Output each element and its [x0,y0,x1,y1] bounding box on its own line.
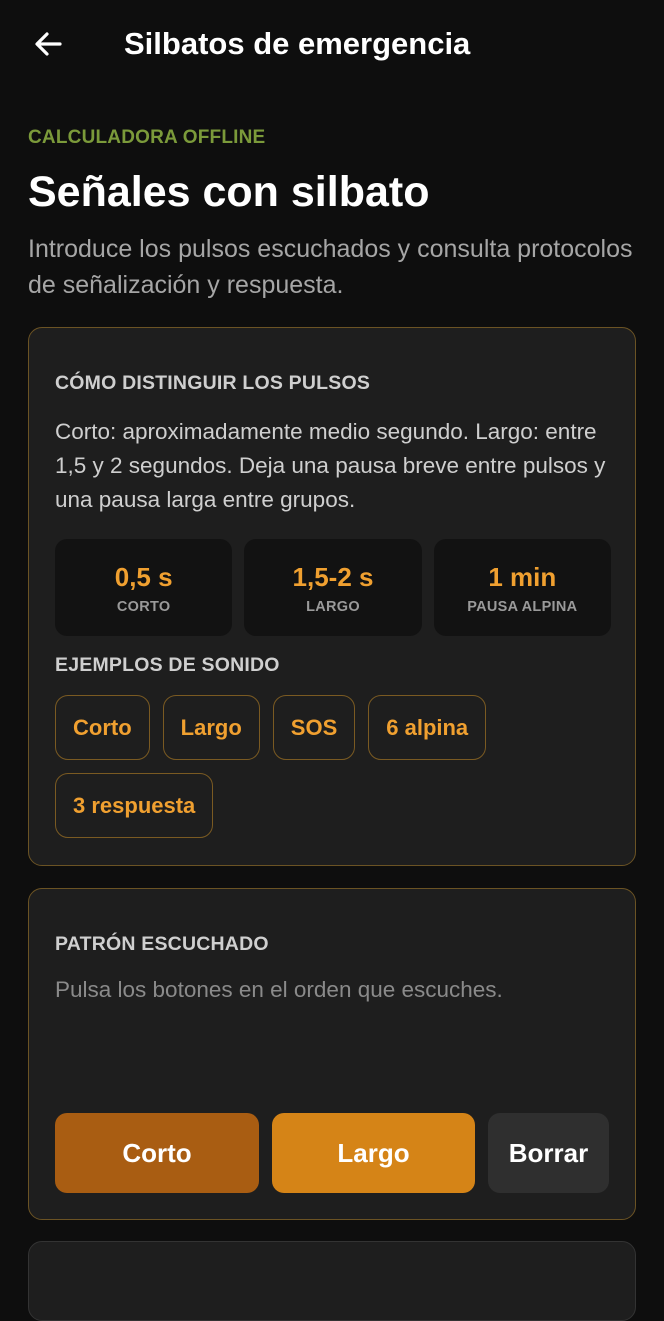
back-button[interactable] [22,22,74,66]
app-bar-title: Silbatos de emergencia [124,26,471,61]
app-bar: Silbatos de emergencia [0,0,664,88]
example-chip-response[interactable]: 3 respuesta [55,773,214,838]
guide-heading: CÓMO DISTINGUIR LOS PULSOS [55,372,371,394]
example-chip-sos[interactable]: SOS [272,695,356,760]
long-pulse-button[interactable]: Largo [272,1113,475,1193]
pulse-guide-card: CÓMO DISTINGUIR LOS PULSOS Corto: aproxi… [28,327,636,866]
stat-value: 1 min [488,561,557,592]
example-chip-long[interactable]: Largo [162,695,260,760]
page-title: Señales con silbato [28,168,430,216]
examples-heading: EJEMPLOS DE SONIDO [55,654,280,676]
page-subtitle: Introduce los pulsos escuchados y consul… [28,235,633,299]
stat-short: 0,5 s CORTO [55,539,233,636]
guide-text: Corto: aproximadamente medio segundo. La… [55,419,606,512]
pattern-heading: PATRÓN ESCUCHADO [55,933,269,955]
stat-alpine-pause: 1 min PAUSA ALPINA [433,539,611,636]
sound-examples: Corto Largo SOS 6 alpina 3 respuesta [55,695,615,838]
example-chip-alpine[interactable]: 6 alpina [368,695,487,760]
stat-long: 1,5-2 s LARGO [244,539,422,636]
next-card [28,1241,636,1321]
arrow-left-icon [35,32,62,56]
clear-button[interactable]: Borrar [488,1113,609,1193]
stat-value: 0,5 s [114,561,173,592]
pattern-buttons: Corto Largo Borrar [55,1113,609,1193]
stat-value: 1,5-2 s [292,561,374,592]
stat-label: LARGO [306,598,360,615]
heard-pattern-card: PATRÓN ESCUCHADO Pulsa los botones en el… [28,888,636,1220]
short-pulse-button[interactable]: Corto [55,1113,259,1193]
pulse-stats: 0,5 s CORTO 1,5-2 s LARGO 1 min PAUSA AL… [55,539,611,636]
eyebrow-label: CALCULADORA OFFLINE [28,127,266,148]
pattern-hint: Pulsa los botones en el orden que escuch… [55,977,503,1002]
example-chip-short[interactable]: Corto [55,695,150,760]
stat-label: CORTO [116,598,171,615]
stat-label: PAUSA ALPINA [467,598,578,615]
